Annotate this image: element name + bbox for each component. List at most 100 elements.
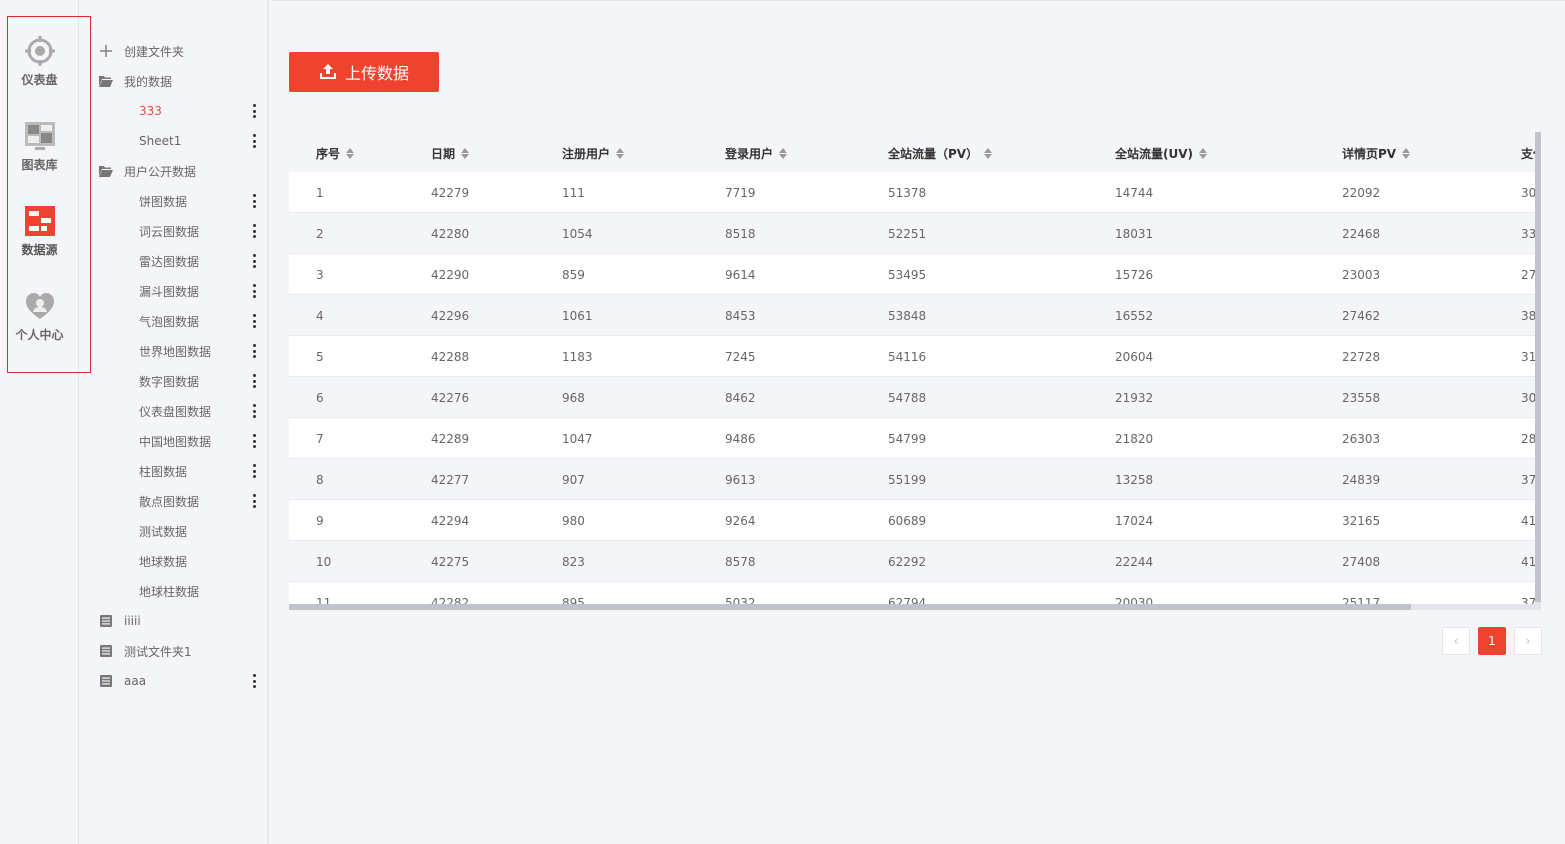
create-folder-button[interactable]: 创建文件夹 <box>79 36 269 66</box>
next-page-button[interactable]: › <box>1514 627 1542 655</box>
table-row: 4 42296 1061 8453 53848 16552 27462 38 <box>289 295 1541 336</box>
nav-item-datasource[interactable]: 数据源 <box>0 204 79 274</box>
folder-public-data[interactable]: 用户公开数据 <box>79 156 269 186</box>
more-options-icon[interactable] <box>251 464 257 478</box>
more-options-icon[interactable] <box>251 314 257 328</box>
sort-icon[interactable] <box>1199 148 1208 159</box>
sort-icon[interactable] <box>461 148 470 159</box>
tree-item[interactable]: 测试数据 <box>79 516 269 546</box>
more-options-icon[interactable] <box>251 194 257 208</box>
prev-page-button[interactable]: ‹ <box>1442 627 1470 655</box>
tree-item[interactable]: 中国地图数据 <box>79 426 269 456</box>
table-cell: 980 <box>562 514 585 528</box>
tree-item[interactable]: Sheet1 <box>79 126 269 156</box>
table-cell: 52251 <box>888 227 927 241</box>
table-header: 序号日期注册用户登录用户全站流量（PV）全站流量(UV)详情页PV支付 <box>289 132 1541 172</box>
table-cell: 1054 <box>562 227 593 241</box>
table-cell: 22092 <box>1342 186 1381 200</box>
tree-label: 饼图数据 <box>139 194 188 209</box>
tree-item[interactable]: 气泡图数据 <box>79 306 269 336</box>
table-cell: 111 <box>562 186 585 200</box>
table-cell: 823 <box>562 555 585 569</box>
more-options-icon[interactable] <box>251 134 257 148</box>
nav-item-profile[interactable]: 个人中心 <box>0 289 79 359</box>
more-options-icon[interactable] <box>251 224 257 238</box>
sort-icon[interactable] <box>1402 148 1411 159</box>
tree-item[interactable]: 漏斗图数据 <box>79 276 269 306</box>
sort-icon[interactable] <box>984 148 993 159</box>
table-row: 2 42280 1054 8518 52251 18031 22468 33 <box>289 213 1541 254</box>
table-cell: 7245 <box>725 350 756 364</box>
tree-list-item[interactable]: aaa <box>79 666 269 696</box>
tree-label: iiiii <box>124 614 141 628</box>
table-cell: 60689 <box>888 514 927 528</box>
column-header[interactable]: 全站流量(UV) <box>1115 145 1208 162</box>
upload-icon <box>319 64 337 80</box>
table-cell: 42294 <box>431 514 470 528</box>
more-options-icon[interactable] <box>251 344 257 358</box>
tree-item[interactable]: 地球柱数据 <box>79 576 269 606</box>
tree-item[interactable]: 散点图数据 <box>79 486 269 516</box>
more-options-icon[interactable] <box>251 404 257 418</box>
table-cell: 33 <box>1521 227 1537 241</box>
tree-item[interactable]: 雷达图数据 <box>79 246 269 276</box>
nav-item-chart-library[interactable]: 图表库 <box>0 119 79 189</box>
table-cell: 1 <box>316 186 324 200</box>
table-cell: 42296 <box>431 309 470 323</box>
more-options-icon[interactable] <box>251 104 257 118</box>
table-cell: 1047 <box>562 432 593 446</box>
table-cell: 859 <box>562 268 585 282</box>
table-cell: 9614 <box>725 268 756 282</box>
more-options-icon[interactable] <box>251 674 257 688</box>
column-header-label: 登录用户 <box>725 147 774 161</box>
tree-item[interactable]: 333 <box>79 96 269 126</box>
sort-icon[interactable] <box>346 148 355 159</box>
page-button-current[interactable]: 1 <box>1478 627 1506 655</box>
tree-label: 雷达图数据 <box>139 254 200 269</box>
column-header[interactable]: 详情页PV <box>1342 145 1411 162</box>
more-options-icon[interactable] <box>251 254 257 268</box>
column-header-label: 全站流量（PV） <box>888 147 979 161</box>
tree-label: 漏斗图数据 <box>139 284 200 299</box>
column-header[interactable]: 序号 <box>316 145 355 162</box>
tree-list-item[interactable]: iiiii <box>79 606 269 636</box>
folder-my-data[interactable]: 我的数据 <box>79 66 269 96</box>
list-icon <box>99 644 113 658</box>
more-options-icon[interactable] <box>251 374 257 388</box>
tree-list-item[interactable]: 测试文件夹1 <box>79 636 269 666</box>
table-row: 8 42277 907 9613 55199 13258 24839 37 <box>289 459 1541 500</box>
more-options-icon[interactable] <box>251 434 257 448</box>
sort-icon[interactable] <box>779 148 788 159</box>
upload-data-button[interactable]: 上传数据 <box>289 52 439 92</box>
folder-open-icon <box>99 164 113 178</box>
table-cell: 27 <box>1521 268 1537 282</box>
tree-item[interactable]: 柱图数据 <box>79 456 269 486</box>
horizontal-scrollbar[interactable] <box>289 604 1535 610</box>
more-options-icon[interactable] <box>251 494 257 508</box>
tree-item[interactable]: 饼图数据 <box>79 186 269 216</box>
table-cell: 55199 <box>888 473 927 487</box>
sort-icon[interactable] <box>616 148 625 159</box>
column-header[interactable]: 全站流量（PV） <box>888 145 993 162</box>
column-header[interactable]: 日期 <box>431 145 470 162</box>
column-header[interactable]: 登录用户 <box>725 145 788 162</box>
table-cell: 8453 <box>725 309 756 323</box>
column-header[interactable]: 注册用户 <box>562 145 625 162</box>
tree-item[interactable]: 仪表盘图数据 <box>79 396 269 426</box>
plus-icon <box>99 44 113 58</box>
tree-item[interactable]: 数字图数据 <box>79 366 269 396</box>
tree-item[interactable]: 地球数据 <box>79 546 269 576</box>
vertical-scrollbar[interactable] <box>1535 132 1541 610</box>
table-cell: 22244 <box>1115 555 1154 569</box>
more-options-icon[interactable] <box>251 284 257 298</box>
tree-label: 我的数据 <box>124 74 173 89</box>
tree-item[interactable]: 世界地图数据 <box>79 336 269 366</box>
table-cell: 907 <box>562 473 585 487</box>
nav-item-dashboard[interactable]: 仪表盘 <box>0 34 79 104</box>
table-cell: 1183 <box>562 350 593 364</box>
tree-label: 中国地图数据 <box>139 434 212 449</box>
table-cell: 62292 <box>888 555 927 569</box>
data-table: 序号日期注册用户登录用户全站流量（PV）全站流量(UV)详情页PV支付 1422… <box>289 132 1541 610</box>
tree-item[interactable]: 词云图数据 <box>79 216 269 246</box>
tree-label: 世界地图数据 <box>139 344 212 359</box>
